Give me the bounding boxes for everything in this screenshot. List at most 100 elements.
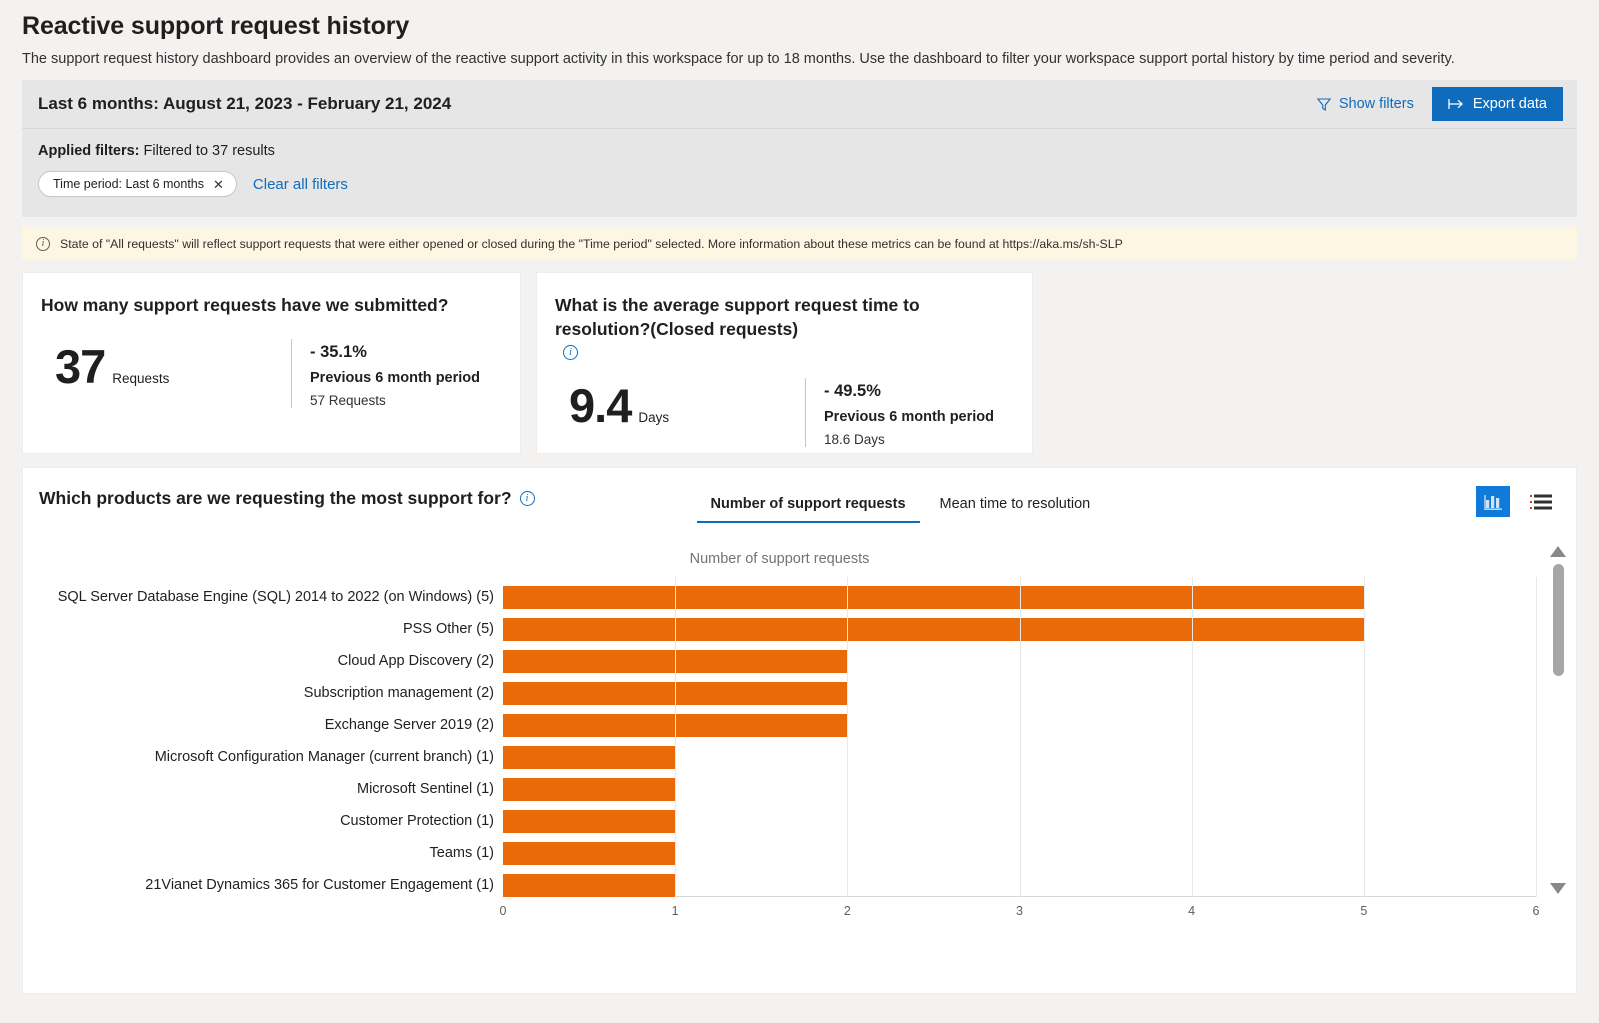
chart-category-label: Microsoft Configuration Manager (current… — [154, 749, 494, 765]
scroll-down-arrow-icon[interactable] — [1550, 883, 1566, 894]
chart-gridline — [1363, 577, 1365, 897]
tab-number-of-support-requests[interactable]: Number of support requests — [696, 490, 920, 523]
chart-category-label: Teams (1) — [429, 845, 494, 861]
show-filters-label: Show filters — [1338, 96, 1414, 112]
applied-filters-text: Applied filters: Filtered to 37 results — [38, 143, 1561, 159]
chart-bar[interactable] — [503, 841, 676, 865]
chart-x-tick-label: 2 — [843, 904, 851, 918]
kpi-card-resolution-time: What is the average support request time… — [536, 272, 1033, 454]
kpi-comparison: - 49.5% Previous 6 month period 18.6 Day… — [805, 378, 994, 447]
chart-bar[interactable] — [503, 777, 676, 801]
info-banner: i State of "All requests" will reflect s… — [22, 227, 1577, 260]
chart-scrollbar[interactable] — [1550, 546, 1566, 894]
kpi-delta: - 35.1% — [310, 343, 367, 361]
chart-gridline — [1536, 577, 1537, 897]
chart-gridline — [675, 577, 677, 897]
page-description: The support request history dashboard pr… — [22, 51, 1455, 67]
funnel-icon — [1316, 97, 1331, 111]
kpi-main-value-group: 9.4 Days — [555, 378, 805, 433]
info-banner-text: State of "All requests" will reflect sup… — [60, 236, 1123, 251]
chart-plot: SQL Server Database Engine (SQL) 2014 to… — [39, 577, 1537, 897]
chart-bar[interactable] — [503, 873, 676, 897]
kpi-value: 9.4 — [569, 379, 632, 432]
filter-chip-label: Time period: Last 6 months — [53, 177, 204, 191]
chart-bar[interactable] — [503, 809, 676, 833]
kpi-card-row: How many support requests have we submit… — [22, 272, 1577, 454]
kpi-previous-label: Previous 6 month period — [824, 409, 994, 425]
clear-all-filters-link[interactable]: Clear all filters — [253, 176, 348, 193]
filter-panel: Last 6 months: August 21, 2023 - Februar… — [22, 80, 1577, 217]
view-toggle-group — [1476, 486, 1558, 517]
export-icon — [1448, 98, 1464, 110]
chart-x-tick-label: 0 — [499, 904, 507, 918]
kpi-question: What is the average support request time… — [555, 293, 1014, 360]
dashboard-page: Reactive support request history The sup… — [0, 0, 1599, 1023]
filter-bar: Last 6 months: August 21, 2023 - Februar… — [22, 80, 1577, 129]
chart-question-text: Which products are we requesting the mos… — [39, 488, 512, 508]
chart-category-label: Microsoft Sentinel (1) — [357, 781, 494, 797]
chart-category-label: Exchange Server 2019 (2) — [324, 717, 494, 733]
close-icon[interactable]: ✕ — [213, 178, 224, 191]
date-range-label: Last 6 months: August 21, 2023 - Februar… — [38, 94, 452, 113]
chart-x-tick-label: 3 — [1016, 904, 1023, 918]
kpi-value: 37 — [55, 340, 106, 393]
show-filters-button[interactable]: Show filters — [1305, 90, 1426, 118]
info-icon[interactable]: i — [519, 491, 535, 506]
export-data-label: Export data — [1472, 96, 1547, 112]
applied-filters-zone: Applied filters: Filtered to 37 results … — [22, 129, 1577, 217]
chart-x-tick-label: 1 — [671, 904, 679, 918]
kpi-unit: Requests — [112, 371, 170, 386]
list-view-icon[interactable] — [1524, 486, 1558, 517]
kpi-unit: Days — [638, 410, 670, 425]
chart-bar[interactable] — [503, 617, 1364, 641]
scrollbar-track[interactable] — [1552, 564, 1564, 883]
kpi-question: How many support requests have we submit… — [41, 293, 502, 317]
export-data-button[interactable]: Export data — [1431, 87, 1563, 121]
kpi-question-text: What is the average support request time… — [555, 295, 920, 339]
chart-x-tick-label: 4 — [1188, 904, 1196, 918]
kpi-main-value-group: 37 Requests — [41, 339, 291, 394]
chart-tabs: Number of support requests Mean time to … — [696, 490, 1105, 523]
chart-gridline — [1191, 577, 1193, 897]
page-title: Reactive support request history — [22, 12, 410, 40]
bar-chart-icon[interactable] — [1476, 486, 1510, 517]
chart-bars — [503, 577, 1537, 897]
filter-chip-time-period[interactable]: Time period: Last 6 months ✕ — [38, 171, 237, 197]
kpi-card-requests: How many support requests have we submit… — [22, 272, 521, 454]
chart-header: Which products are we requesting the mos… — [23, 468, 1576, 523]
chart-x-tick-label: 6 — [1532, 904, 1540, 918]
chart-category-label: SQL Server Database Engine (SQL) 2014 to… — [57, 589, 494, 605]
kpi-previous-value: 57 Requests — [310, 393, 386, 408]
kpi-comparison: - 35.1% Previous 6 month period 57 Reque… — [291, 339, 480, 408]
chart-category-label: Subscription management (2) — [303, 685, 494, 701]
chart-x-axis-ticks: 0 1 2 3 4 5 6 — [499, 904, 1540, 924]
chart-category-label: PSS Other (5) — [402, 621, 494, 637]
info-icon: i — [36, 236, 50, 251]
chart-category-label: Customer Protection (1) — [340, 813, 494, 829]
applied-filters-value: Filtered to 37 results — [143, 143, 275, 159]
kpi-question-text: How many support requests have we submit… — [41, 295, 449, 315]
chart-category-labels: SQL Server Database Engine (SQL) 2014 to… — [39, 577, 503, 897]
kpi-body: 37 Requests - 35.1% Previous 6 month per… — [41, 339, 502, 408]
tab-mean-time-to-resolution[interactable]: Mean time to resolution — [926, 490, 1105, 523]
kpi-body: 9.4 Days - 49.5% Previous 6 month period… — [555, 378, 1014, 447]
chart-bar[interactable] — [503, 745, 676, 769]
applied-filters-label: Applied filters: — [38, 143, 140, 159]
chart-question: Which products are we requesting the mos… — [39, 488, 535, 509]
chart-x-tick-label: 5 — [1360, 904, 1368, 918]
chart-category-label: Cloud App Discovery (2) — [337, 653, 494, 669]
scroll-up-arrow-icon[interactable] — [1550, 546, 1566, 557]
chart-title: Number of support requests — [689, 551, 870, 567]
filter-chips-row: Time period: Last 6 months ✕ Clear all f… — [38, 171, 1561, 197]
chart-plot-area: SQL Server Database Engine (SQL) 2014 to… — [23, 577, 1576, 918]
filter-actions: Show filters Export data — [1305, 87, 1563, 121]
chart-bar[interactable] — [503, 585, 1364, 609]
kpi-previous-label: Previous 6 month period — [310, 370, 480, 386]
chart-gridline — [847, 577, 849, 897]
scrollbar-thumb[interactable] — [1552, 564, 1564, 676]
chart-card: Which products are we requesting the mos… — [22, 467, 1577, 994]
kpi-delta: - 49.5% — [824, 382, 881, 400]
info-icon[interactable]: i — [563, 345, 578, 360]
chart-gridline — [1019, 577, 1021, 897]
chart-category-label: 21Vianet Dynamics 365 for Customer Engag… — [145, 877, 494, 893]
